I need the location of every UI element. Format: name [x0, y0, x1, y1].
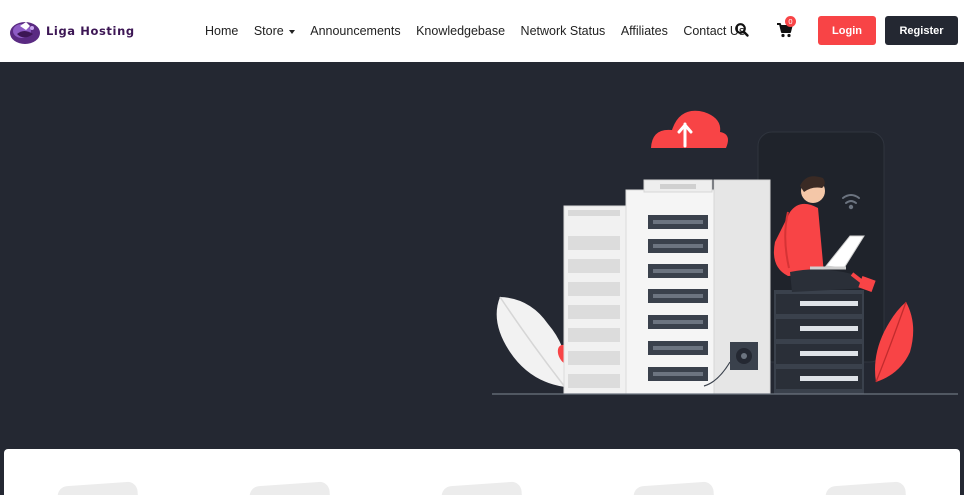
- cart-count-badge: 0: [785, 16, 796, 27]
- ghost-shape: [57, 481, 139, 495]
- top-navbar: Liga Hosting Home Store Announcements Kn…: [0, 0, 964, 62]
- server-rack-small: [563, 205, 627, 395]
- register-button[interactable]: Register: [885, 16, 958, 45]
- ghost-shape: [441, 481, 523, 495]
- cloud-upload-icon: [651, 110, 728, 148]
- server-stack-right: [774, 290, 864, 394]
- leaf-left: [496, 296, 567, 388]
- brand-logo[interactable]: Liga Hosting: [8, 14, 135, 48]
- nav-store[interactable]: Store: [254, 24, 295, 38]
- login-button[interactable]: Login: [818, 16, 876, 45]
- ghost-shape: [249, 481, 331, 495]
- content-card: [4, 449, 960, 495]
- hero-server-illustration: [492, 110, 958, 395]
- ghost-shape: [633, 481, 715, 495]
- chevron-down-icon: [288, 29, 295, 34]
- nav-network-status[interactable]: Network Status: [521, 24, 606, 38]
- nav-affiliates[interactable]: Affiliates: [621, 24, 668, 38]
- fan-unit: [730, 342, 758, 370]
- main-nav: Home Store Announcements Knowledgebase N…: [205, 0, 761, 62]
- search-icon: [735, 23, 749, 37]
- ghost-shape: [825, 481, 907, 495]
- brand-name: Liga Hosting: [46, 24, 135, 38]
- nav-store-label: Store: [253, 24, 284, 38]
- nav-knowledgebase[interactable]: Knowledgebase: [416, 24, 505, 38]
- nav-announcements[interactable]: Announcements: [310, 24, 400, 38]
- nav-home[interactable]: Home: [205, 24, 238, 38]
- search-button[interactable]: [734, 22, 750, 38]
- brand-logo-icon: [10, 22, 40, 44]
